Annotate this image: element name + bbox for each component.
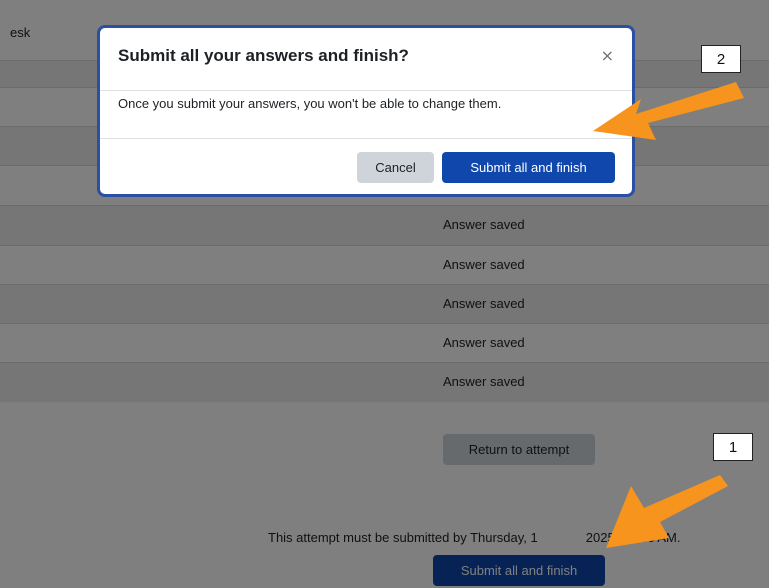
confirm-submit-dialog: Submit all your answers and finish? × On…: [97, 25, 635, 197]
modal-title: Submit all your answers and finish?: [118, 46, 409, 65]
modal-submit-all-and-finish-button[interactable]: Submit all and finish: [442, 152, 615, 183]
modal-footer: Cancel Submit all and finish: [100, 138, 632, 194]
callout-1: 1: [713, 433, 753, 461]
close-icon[interactable]: ×: [601, 46, 614, 65]
callout-2: 2: [701, 45, 741, 73]
cancel-button[interactable]: Cancel: [357, 152, 434, 183]
modal-header: Submit all your answers and finish? ×: [100, 28, 632, 91]
modal-body-text: Once you submit your answers, you won't …: [118, 96, 502, 111]
